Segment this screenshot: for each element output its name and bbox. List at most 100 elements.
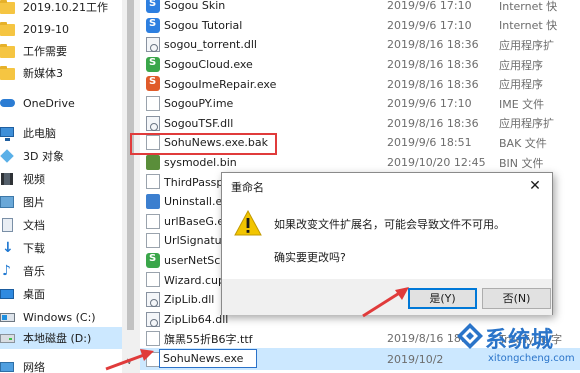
uninstall-icon <box>146 194 160 209</box>
dialog-question: 确实要更改吗? <box>274 251 346 264</box>
nav-item-label: 本地磁盘 (D:) <box>23 332 92 345</box>
folder-icon <box>0 65 16 81</box>
file-name: SogouPY.ime <box>164 97 234 111</box>
downloads-icon: ↓ <box>2 240 14 256</box>
nav-item-label: 音乐 <box>23 265 45 278</box>
file-type: 应用程序扩 <box>499 117 554 131</box>
nav-item-folder-newmedia3[interactable]: 新媒体3 <box>0 62 126 84</box>
nav-item-pictures[interactable]: 图片 <box>0 191 126 213</box>
file-name: ThirdPassp <box>164 175 224 189</box>
scroll-down-arrow-icon[interactable]: ∨ <box>126 357 133 367</box>
file-date: 2019/10/2 <box>387 353 444 367</box>
yes-button[interactable]: 是(Y) <box>408 288 477 309</box>
onedrive-icon <box>0 95 16 111</box>
nav-item-label: Windows (C:) <box>23 310 96 324</box>
file-name: sysmodel.bin <box>164 156 237 170</box>
table-row[interactable]: sogou_torrent.dll 2019/8/16 18:36 应用程序扩 <box>140 35 580 55</box>
rename-input[interactable]: SohuNews.exe <box>159 349 257 368</box>
file-name: Uninstall.ex <box>164 195 229 209</box>
table-row[interactable]: SogouCloud.exe 2019/8/16 18:36 应用程序 <box>140 55 580 75</box>
dll-icon <box>146 115 160 131</box>
dialog-body: 如果改变文件扩展名，可能会导致文件不可用。 确实要更改吗? <box>222 199 552 279</box>
file-name: 旗黑55折B6字.ttf <box>164 332 253 346</box>
file-type: 应用程序 <box>499 78 543 92</box>
nav-item-folder-2019-10[interactable]: 2019-10 <box>0 18 126 40</box>
table-row[interactable]: Sogou Skin 2019/9/6 17:10 Internet 快 <box>140 0 580 16</box>
nav-item-label: 新媒体3 <box>23 67 63 80</box>
sogou-cloud-icon <box>146 56 160 72</box>
file-name: Sogou Tutorial <box>164 18 243 32</box>
dialog-title: 重命名 <box>231 181 264 194</box>
rename-confirm-dialog: 重命名 ✕ 如果改变文件扩展名，可能会导致文件不可用。 确实要更改吗? 是(Y)… <box>221 172 553 315</box>
table-row[interactable]: sysmodel.bin 2019/10/20 12:45 BIN 文件 <box>140 153 580 173</box>
nav-item-desktop[interactable]: 桌面 <box>0 283 126 305</box>
nav-item-folder-work[interactable]: 工作需要 <box>0 40 126 62</box>
nav-item-label: 桌面 <box>23 288 45 301</box>
nav-item-label: 2019-10 <box>23 22 69 36</box>
sogou-repair-icon <box>146 76 160 92</box>
nav-scrollbar-thumb[interactable] <box>127 0 134 330</box>
file-date: 2019/9/6 17:10 <box>387 0 472 13</box>
folder-icon <box>0 43 16 59</box>
file-name: SogouImeRepair.exe <box>164 77 277 91</box>
file-date: 2019/8/16 18:36 <box>387 77 479 91</box>
video-icon <box>0 171 16 187</box>
file-icon <box>146 352 160 367</box>
bin-icon <box>146 154 160 170</box>
nav-scrollbar[interactable]: ∨ <box>122 0 140 373</box>
pictures-icon <box>0 194 16 210</box>
no-button[interactable]: 否(N) <box>482 288 551 309</box>
file-name: ZipLib64.dll <box>164 312 229 326</box>
file-type: BIN 文件 <box>499 156 544 170</box>
file-icon <box>146 174 160 190</box>
windows-drive-icon <box>0 309 16 325</box>
table-row[interactable]: SogouImeRepair.exe 2019/8/16 18:36 应用程序 <box>140 74 580 94</box>
nav-item-label: 文档 <box>23 219 45 232</box>
nav-item-onedrive[interactable]: OneDrive <box>0 92 126 114</box>
file-name: SogouCloud.exe <box>164 58 253 72</box>
file-date: 2019/9/6 18:51 <box>387 136 472 150</box>
sogou-icon <box>146 17 160 33</box>
network-icon <box>0 359 16 373</box>
file-date: 2019/8/16 18:36 <box>387 116 479 130</box>
file-name: Wizard.cup <box>164 273 226 287</box>
dialog-footer: 是(Y) 否(N) <box>222 279 552 315</box>
nav-item-this-pc[interactable]: 此电脑 <box>0 122 126 144</box>
nav-item-music[interactable]: ♪ 音乐 <box>0 260 126 282</box>
file-date: 2019/9/6 17:10 <box>387 18 472 32</box>
font-file-icon <box>146 331 160 347</box>
nav-item-network[interactable]: 网络 <box>0 356 126 373</box>
highlight-box <box>130 133 277 155</box>
dll-icon <box>146 37 160 53</box>
file-date: 2019/8/16 18:36 <box>387 38 479 52</box>
warning-icon <box>234 210 262 236</box>
sogou-cloud-icon <box>146 252 160 268</box>
file-name: ZipLib.dll <box>164 293 215 307</box>
nav-item-downloads[interactable]: ↓ 下载 <box>0 237 126 259</box>
nav-item-folder-2019-10-21[interactable]: 2019.10.21工作 <box>0 0 126 18</box>
table-row[interactable]: SogouTSF.dll 2019/8/16 18:36 应用程序扩 <box>140 114 580 134</box>
nav-item-label: OneDrive <box>23 96 75 110</box>
nav-item-videos[interactable]: 视频 <box>0 168 126 190</box>
watermark-brand: 系统城 <box>485 328 555 353</box>
folder-icon <box>0 0 16 15</box>
nav-item-label: 2019.10.21工作 <box>23 1 108 14</box>
nav-item-3d-objects[interactable]: 3D 对象 <box>0 145 126 167</box>
dialog-titlebar[interactable]: 重命名 ✕ <box>222 173 552 199</box>
file-name: UrlSignatur <box>164 234 227 248</box>
dll-icon <box>146 292 160 307</box>
music-icon: ♪ <box>2 263 11 279</box>
nav-item-windows-c[interactable]: Windows (C:) <box>0 306 126 328</box>
file-icon <box>146 96 160 111</box>
file-name: userNetSch <box>164 254 228 268</box>
file-icon <box>146 213 160 229</box>
brand-logo-icon <box>457 323 483 349</box>
watermark: 系统城 xitongcheng.com <box>452 316 580 373</box>
nav-item-label: 此电脑 <box>23 127 56 140</box>
close-icon[interactable]: ✕ <box>518 173 552 199</box>
file-name: Sogou Skin <box>164 0 226 13</box>
table-row[interactable]: SogouPY.ime 2019/9/6 17:10 IME 文件 <box>140 94 580 114</box>
nav-item-local-disk-d[interactable]: 本地磁盘 (D:) <box>0 327 126 349</box>
nav-item-documents[interactable]: 文档 <box>0 214 126 236</box>
table-row[interactable]: Sogou Tutorial 2019/9/6 17:10 Internet 快 <box>140 16 580 36</box>
